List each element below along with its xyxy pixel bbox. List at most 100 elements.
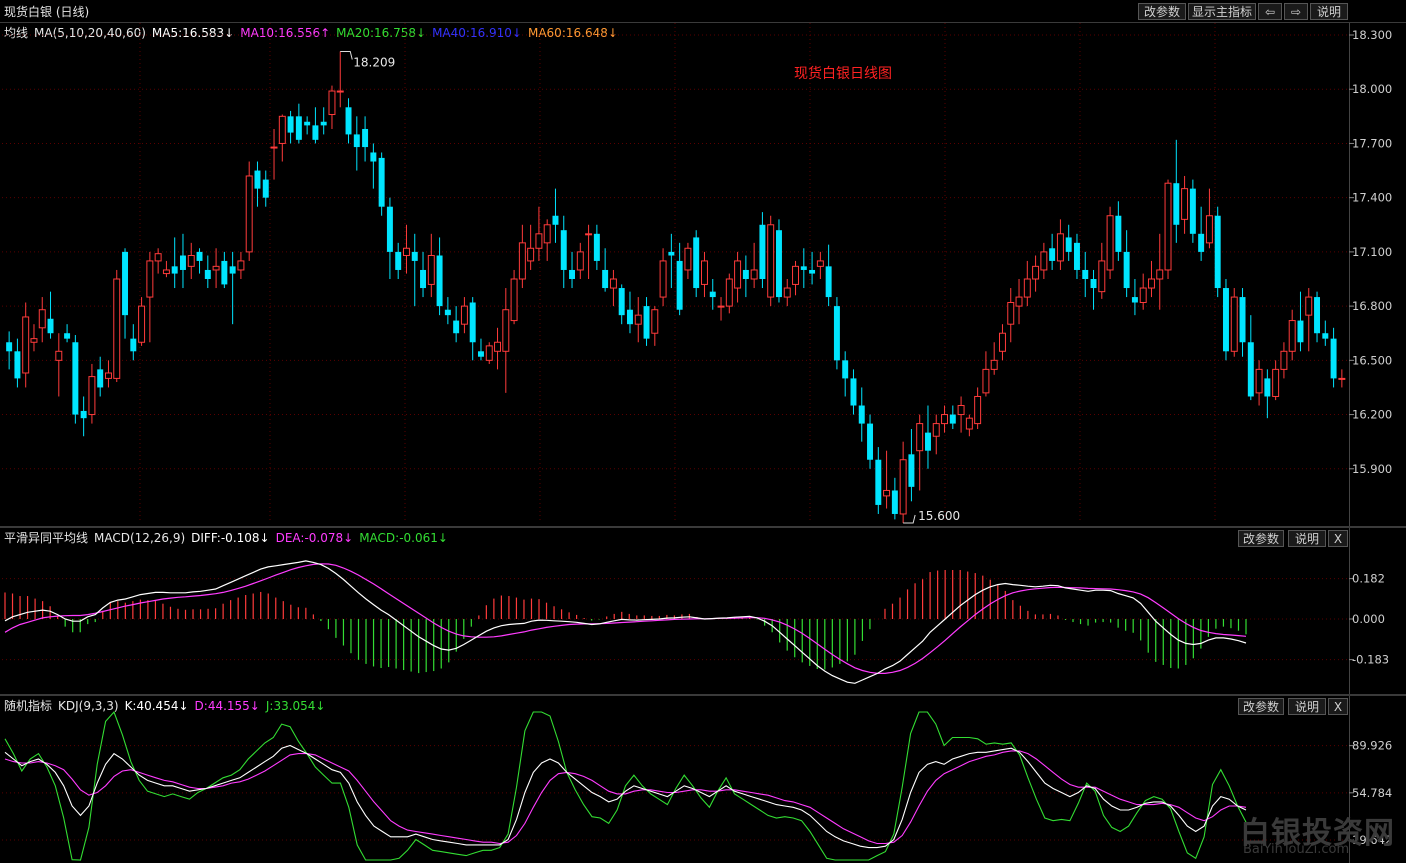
candle-body xyxy=(842,360,849,379)
high-price-label: 18.209 xyxy=(353,55,395,69)
candle-body xyxy=(328,90,336,116)
candle-body xyxy=(47,318,54,334)
candle-body xyxy=(850,378,857,406)
candle-body xyxy=(510,278,518,322)
macd-dea-line xyxy=(4,563,1247,675)
candle-body xyxy=(1330,338,1337,379)
candle-body xyxy=(693,237,700,289)
candle-body xyxy=(717,305,725,308)
chart-canvas: 18.300 18.000 17.700 17.400 17.100 16.800 16.5… xyxy=(2,23,1392,861)
candle-body xyxy=(1040,251,1048,271)
candle-body xyxy=(104,372,112,379)
candle-body xyxy=(304,121,311,126)
candle-body xyxy=(998,332,1006,352)
candle-body xyxy=(411,251,418,261)
candle-body xyxy=(535,233,543,249)
candle-body xyxy=(1098,260,1106,293)
candle-body xyxy=(72,342,79,415)
candle-body xyxy=(378,157,385,207)
price-tick-label: 18.000 xyxy=(1352,82,1392,96)
candle-body xyxy=(1073,242,1080,270)
price-tick-label: 15.900 xyxy=(1352,462,1392,476)
macd-tick-label: -0.183 xyxy=(1352,653,1389,667)
candle-body xyxy=(262,179,269,198)
candle-body xyxy=(576,251,584,271)
candle-body xyxy=(187,255,195,267)
candle-body xyxy=(1106,215,1114,271)
candle-body xyxy=(1049,248,1056,261)
candle-body xyxy=(875,459,882,505)
candle-body xyxy=(436,255,443,307)
candle-body xyxy=(825,266,832,298)
candle-body xyxy=(858,405,865,424)
candle-body xyxy=(585,233,593,236)
candle-body xyxy=(941,414,949,425)
candle-body xyxy=(924,432,931,451)
watermark-url: BaiYinTouZi.com xyxy=(1243,842,1350,857)
candle-body xyxy=(800,266,807,270)
candle-body xyxy=(427,255,435,285)
macd-tick-label: 0.000 xyxy=(1352,612,1385,626)
candle-body xyxy=(602,269,609,289)
candle-body xyxy=(867,423,874,460)
candle-body xyxy=(30,338,38,343)
kdj-tick-label: 54.784 xyxy=(1352,786,1392,800)
candle-body xyxy=(229,266,236,274)
kdj-tick-label: 89.926 xyxy=(1352,739,1392,753)
candle-body xyxy=(1322,333,1329,339)
candle-body xyxy=(1305,296,1313,316)
candle-body xyxy=(833,306,840,361)
candle-body xyxy=(1007,301,1015,325)
candle-body xyxy=(783,287,791,298)
candle-body xyxy=(634,314,642,325)
candle-body xyxy=(676,260,683,310)
candle-body xyxy=(402,247,410,257)
candle-body xyxy=(494,341,502,352)
candle-body xyxy=(138,305,146,343)
candle-body xyxy=(1230,296,1238,352)
candle-body xyxy=(1222,288,1229,352)
candle-body xyxy=(668,251,675,256)
candle-body xyxy=(97,369,104,388)
candle-body xyxy=(162,269,170,275)
candle-body xyxy=(1173,183,1180,225)
candle-body xyxy=(750,269,758,280)
candle-body xyxy=(1314,297,1321,334)
candle-body xyxy=(609,278,617,289)
candle-body xyxy=(254,170,261,189)
candle-body xyxy=(320,121,327,126)
price-tick-label: 16.200 xyxy=(1352,408,1392,422)
candle-body xyxy=(1189,188,1196,234)
candle-body xyxy=(1023,278,1031,298)
candle-body xyxy=(1082,269,1089,279)
candle-body xyxy=(552,215,559,225)
candle-body xyxy=(725,278,733,307)
price-tick-label: 17.400 xyxy=(1352,191,1392,205)
candle-body xyxy=(659,260,667,298)
candle-body xyxy=(38,309,46,329)
candle-body xyxy=(759,224,766,279)
candle-body xyxy=(1181,188,1189,220)
candle-body xyxy=(477,351,484,357)
candle-body xyxy=(643,306,650,339)
candle-body xyxy=(485,345,493,361)
candle-body xyxy=(982,368,990,394)
candle-body xyxy=(965,417,973,430)
candle-body xyxy=(212,265,220,271)
candle-body xyxy=(1198,233,1205,252)
candle-body xyxy=(816,260,824,267)
candle-body xyxy=(742,269,749,279)
candle-body xyxy=(1139,287,1147,303)
candle-body xyxy=(237,260,245,271)
candle-body xyxy=(1288,320,1296,352)
candle-body xyxy=(453,320,460,334)
candle-body xyxy=(1032,265,1040,280)
candle-body xyxy=(336,90,344,93)
price-tick-label: 16.500 xyxy=(1352,353,1392,367)
high-marker-line xyxy=(340,50,353,60)
candle-body xyxy=(278,115,286,144)
candle-body xyxy=(420,269,427,289)
candle-body xyxy=(1164,182,1172,271)
candle-body xyxy=(171,266,178,274)
candle-body xyxy=(362,128,369,148)
